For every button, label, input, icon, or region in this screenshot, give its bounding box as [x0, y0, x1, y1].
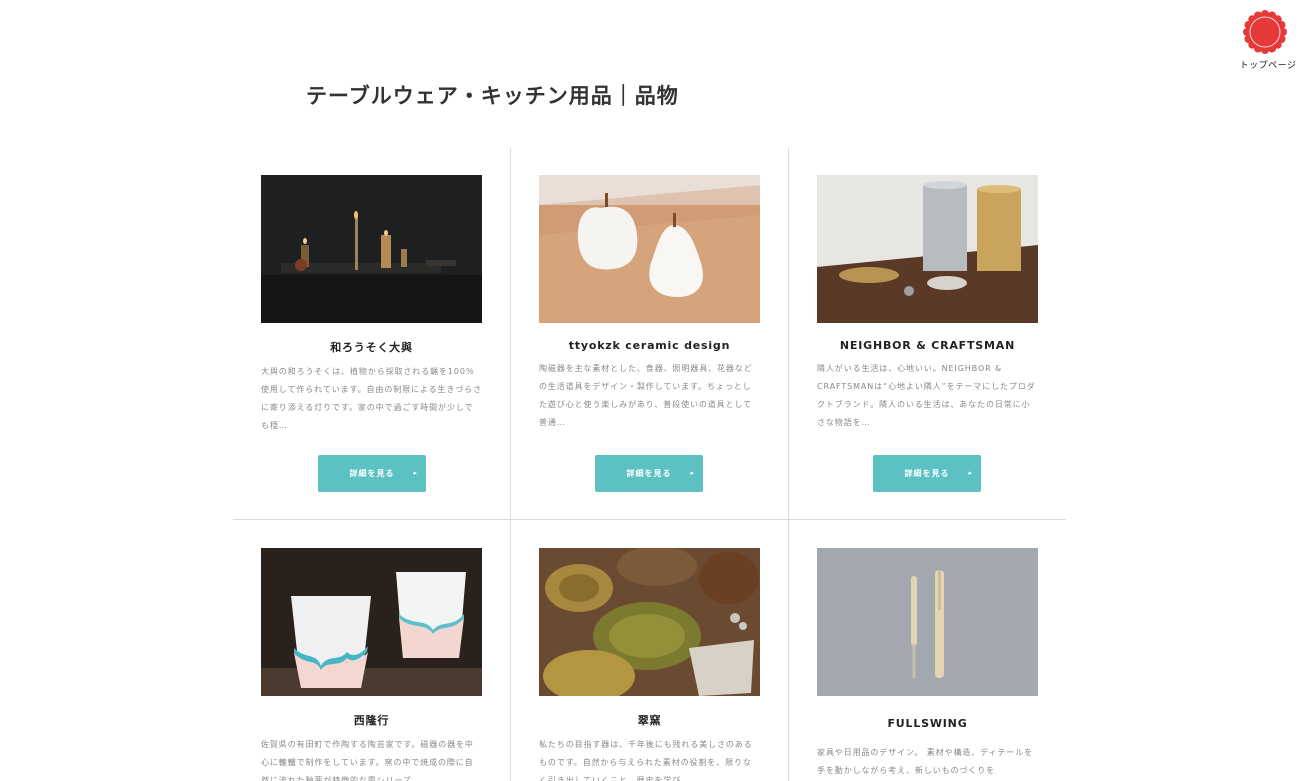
product-card: 西隆行 佐賀県の有田町で作陶する陶芸家です。磁器の器を中心に轆轤で制作をしていま…: [261, 548, 482, 781]
page-title: テーブルウェア・キッチン用品｜品物: [306, 84, 679, 108]
details-button-label: 詳細を見る: [904, 469, 950, 478]
product-image-candles[interactable]: [261, 175, 482, 323]
product-title[interactable]: 西隆行: [261, 712, 482, 728]
details-button[interactable]: 詳細を見る ▸: [873, 455, 981, 492]
product-card: NEIGHBOR & CRAFTSMAN 隣人がいる生活は、心地いい。NEIGH…: [817, 175, 1038, 492]
grid-divider: [510, 148, 511, 781]
product-title[interactable]: 翠窯: [539, 712, 760, 728]
product-description: 佐賀県の有田町で作陶する陶芸家です。磁器の器を中心に轆轤で制作をしています。窯の…: [261, 740, 474, 781]
product-description: 陶磁器を主な素材とした、食器、照明器具、花器などの生活道具をデザイン・製作してい…: [539, 364, 753, 427]
product-title[interactable]: NEIGHBOR & CRAFTSMAN: [817, 339, 1038, 352]
details-button-label: 詳細を見る: [349, 469, 395, 478]
product-image-canisters[interactable]: [817, 175, 1038, 323]
chevron-right-icon: ▸: [690, 469, 695, 477]
product-image-plates[interactable]: [539, 548, 760, 696]
product-image-cups[interactable]: [261, 548, 482, 696]
product-title[interactable]: FULLSWING: [817, 717, 1038, 730]
product-title[interactable]: ttyokzk ceramic design: [539, 339, 760, 352]
product-description: 隣人がいる生活は、心地いい。NEIGHBOR & CRAFTSMANは“心地よい…: [817, 364, 1036, 427]
product-image-tools[interactable]: [817, 548, 1038, 696]
grid-divider: [788, 148, 789, 781]
product-card: ttyokzk ceramic design 陶磁器を主な素材とした、食器、照明…: [539, 175, 760, 492]
logo-badge[interactable]: [1242, 9, 1288, 55]
product-description: 私たちの目指す器は、千年後にも残れる美しさのあるものです。自然から与えられた素材…: [539, 740, 753, 781]
logo-icon: [1243, 10, 1287, 54]
chevron-right-icon: ▸: [968, 469, 973, 477]
product-card: 翠窯 私たちの目指す器は、千年後にも残れる美しさのあるものです。自然から与えられ…: [539, 548, 760, 781]
product-grid: 和ろうそく大與 大與の和ろうそくは、植物から採取される蝋を100％使用して作られ…: [233, 148, 1066, 781]
product-card: FULLSWING 家具や日用品のデザイン。 素材や構造、ディテールを手を動かし…: [817, 548, 1038, 781]
product-image-ceramics[interactable]: [539, 175, 760, 323]
details-button-label: 詳細を見る: [626, 469, 672, 478]
grid-divider: [233, 519, 1066, 520]
product-card: 和ろうそく大與 大與の和ろうそくは、植物から採取される蝋を100％使用して作られ…: [261, 175, 482, 492]
product-description: 大與の和ろうそくは、植物から採取される蝋を100％使用して作られています。自由の…: [261, 367, 482, 430]
product-description: 家具や日用品のデザイン。 素材や構造、ディテールを手を動かしながら考え、新しいも…: [817, 748, 1034, 775]
top-page-link[interactable]: トップページ: [1236, 58, 1300, 71]
chevron-right-icon: ▸: [413, 469, 418, 477]
details-button[interactable]: 詳細を見る ▸: [595, 455, 703, 492]
details-button[interactable]: 詳細を見る ▸: [318, 455, 426, 492]
product-title[interactable]: 和ろうそく大與: [261, 339, 482, 355]
